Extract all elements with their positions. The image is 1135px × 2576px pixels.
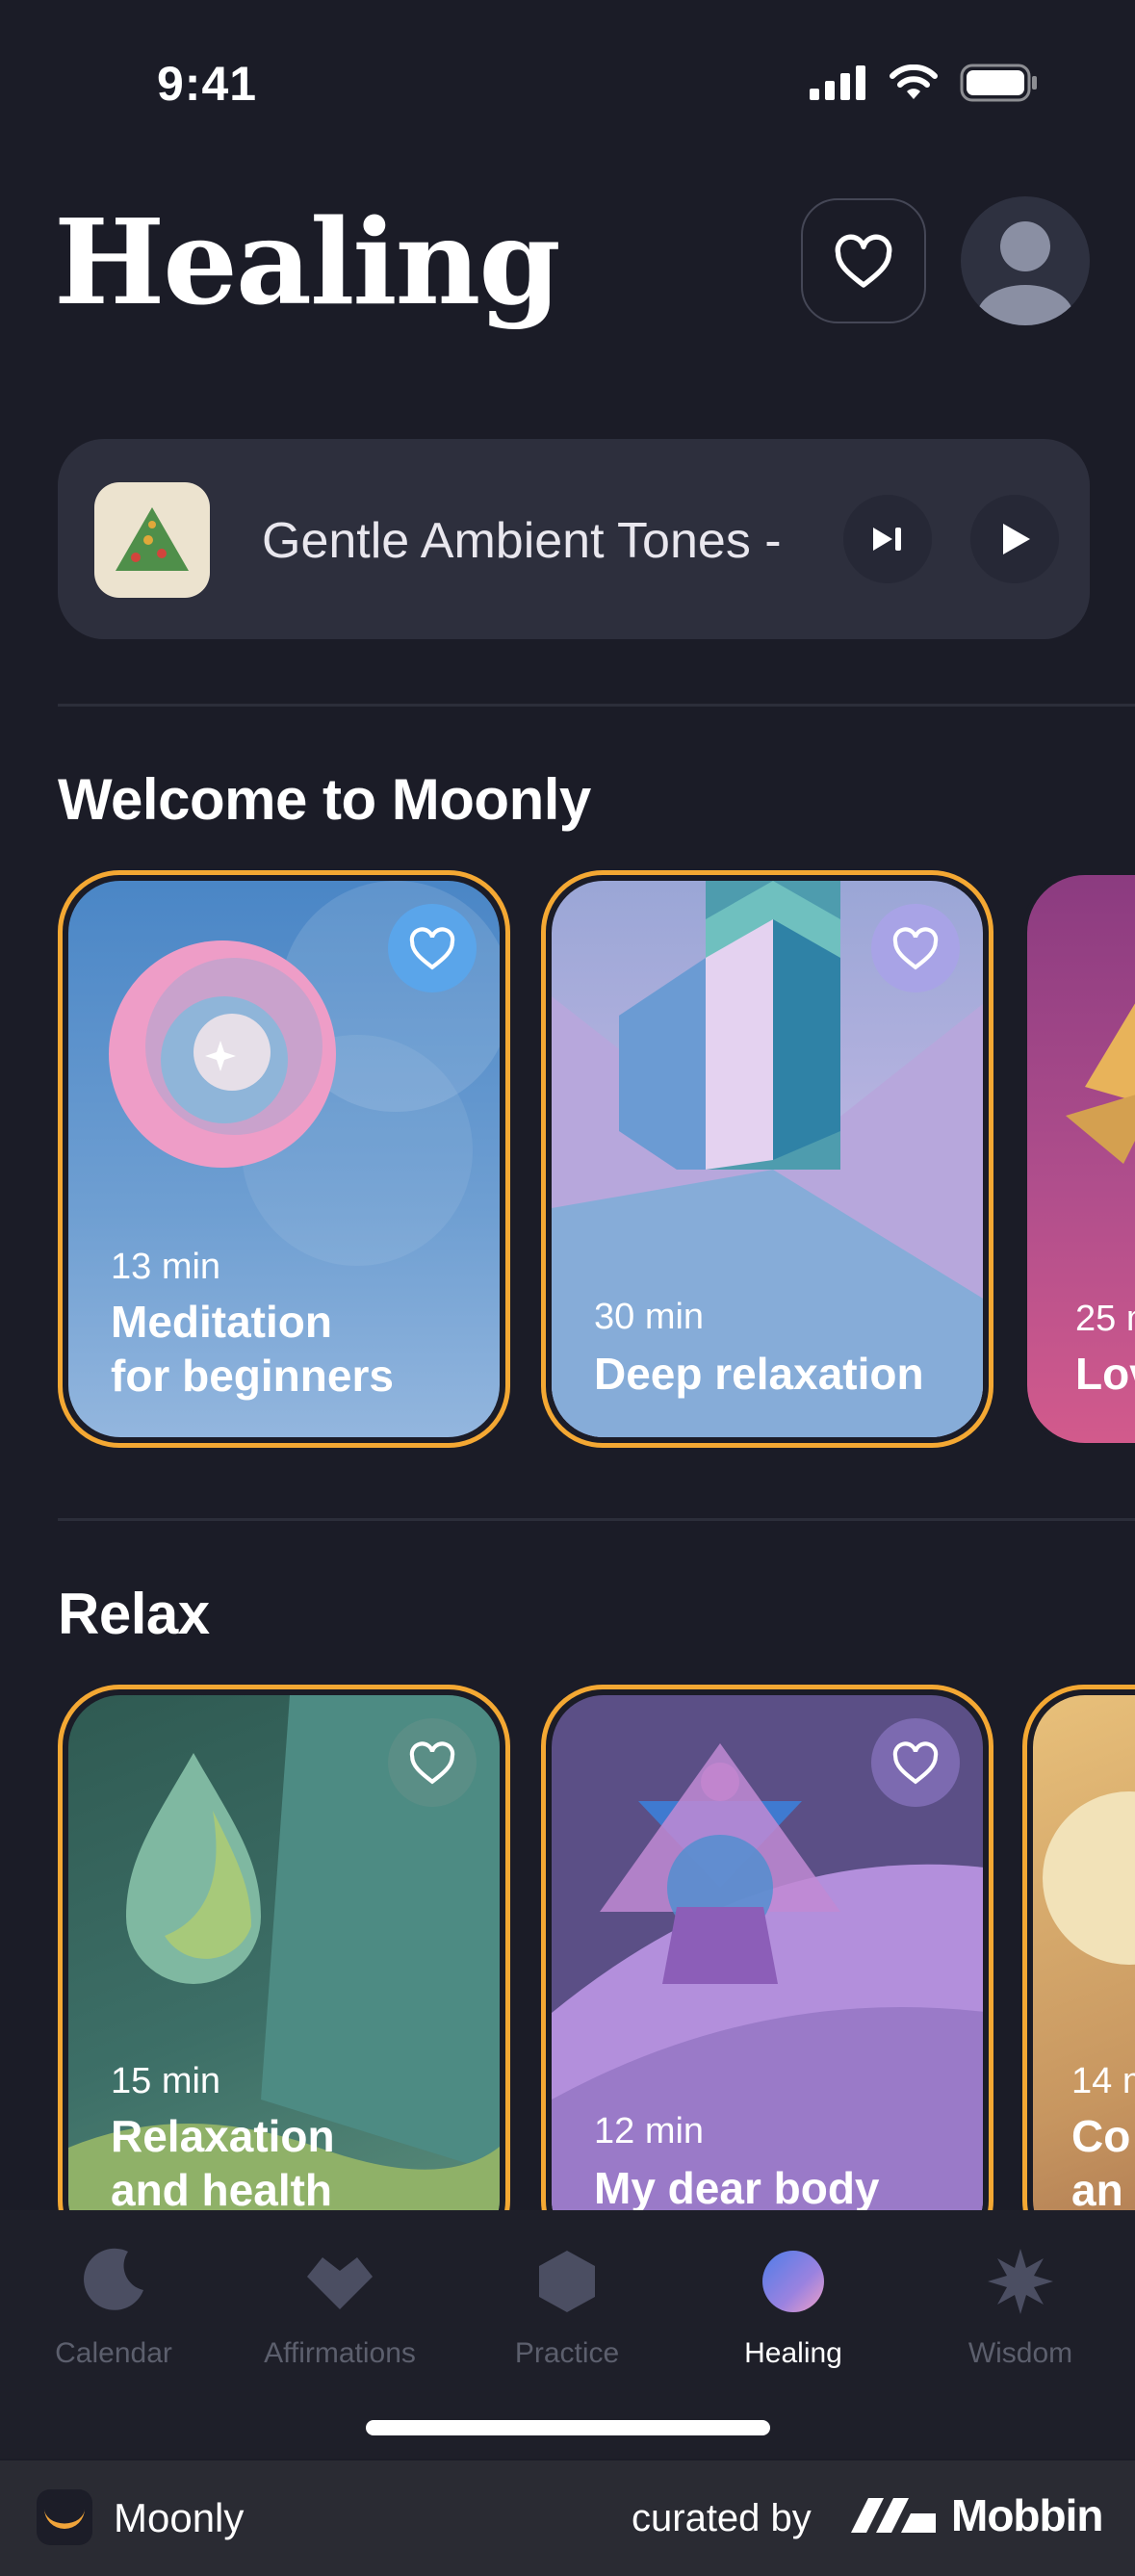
divider bbox=[58, 704, 1135, 707]
card-duration: 15 min bbox=[111, 2061, 221, 2101]
session-card[interactable]: 12 min My dear body bbox=[541, 1685, 993, 2210]
favorite-toggle[interactable] bbox=[871, 1718, 960, 1807]
status-time: 9:41 bbox=[157, 57, 258, 111]
session-card[interactable]: 14 min Co an bbox=[1022, 1685, 1135, 2210]
profile-avatar[interactable] bbox=[961, 196, 1090, 325]
mobbin-logo-icon bbox=[851, 2498, 936, 2533]
tab-wisdom[interactable]: Wisdom bbox=[919, 2243, 1122, 2370]
tree-icon bbox=[116, 507, 189, 571]
play-icon bbox=[1003, 524, 1030, 554]
moon-icon bbox=[84, 2248, 143, 2310]
track-title: Gentle Ambient Tones - bbox=[262, 513, 782, 569]
heart-outline-icon bbox=[892, 1741, 939, 1785]
favorite-toggle[interactable] bbox=[388, 904, 477, 992]
hexagon-icon bbox=[539, 2251, 595, 2312]
section-title-relax: Relax bbox=[58, 1582, 210, 1646]
moonly-logo-icon bbox=[37, 2489, 92, 2545]
divider bbox=[58, 1518, 1135, 1521]
tab-label: Affirmations bbox=[264, 2337, 416, 2369]
card-title: Relaxation and health bbox=[111, 2111, 335, 2210]
mini-player[interactable]: Gentle Ambient Tones - bbox=[58, 439, 1090, 639]
card-title: Deep relaxation bbox=[594, 1349, 924, 1399]
session-card[interactable]: 15 min Relaxation and health bbox=[58, 1685, 510, 2210]
favorites-button[interactable] bbox=[801, 198, 926, 323]
card-duration: 30 min bbox=[594, 1297, 705, 1337]
tab-label: Practice bbox=[514, 2337, 620, 2369]
tab-calendar[interactable]: Calendar bbox=[13, 2243, 215, 2370]
cellular-signal-icon bbox=[810, 65, 865, 100]
footer-bar: Moonly curated by Mobbin bbox=[0, 2460, 1135, 2576]
home-indicator bbox=[366, 2420, 770, 2435]
footer-brand-name: Mobbin bbox=[951, 2490, 1103, 2540]
session-card[interactable]: 25 min Lov bbox=[1022, 870, 1135, 1448]
page-title: Healing bbox=[54, 193, 561, 331]
card-duration: 13 min bbox=[111, 1247, 221, 1287]
heart-outline-icon bbox=[409, 1741, 455, 1785]
heart-icon bbox=[307, 2257, 373, 2309]
favorite-toggle[interactable] bbox=[388, 1718, 477, 1807]
tab-healing[interactable]: Healing bbox=[692, 2243, 894, 2370]
track-artwork bbox=[94, 482, 210, 598]
battery-icon bbox=[960, 64, 1037, 102]
heart-outline-icon bbox=[892, 927, 939, 970]
tab-label: Healing bbox=[744, 2337, 842, 2369]
card-title: Co an bbox=[1071, 2111, 1131, 2210]
welcome-card-row[interactable]: 13 min Meditation for beginners 30 min D… bbox=[0, 870, 1135, 1448]
session-card[interactable]: 13 min Meditation for beginners bbox=[58, 870, 510, 1448]
user-icon bbox=[977, 221, 1073, 325]
section-title-welcome: Welcome to Moonly bbox=[58, 767, 591, 832]
status-bar: 9:41 bbox=[0, 0, 1135, 164]
card-title: Meditation for beginners bbox=[111, 1297, 394, 1401]
tab-practice[interactable]: Practice bbox=[466, 2243, 668, 2370]
next-track-button[interactable] bbox=[843, 495, 932, 583]
tab-label: Wisdom bbox=[967, 2337, 1073, 2369]
wifi-icon bbox=[890, 64, 938, 99]
card-duration: 25 min bbox=[1075, 1299, 1135, 1339]
status-icons bbox=[810, 64, 1039, 102]
favorite-toggle[interactable] bbox=[871, 904, 960, 992]
play-button[interactable] bbox=[970, 495, 1059, 583]
card-duration: 12 min bbox=[594, 2111, 705, 2151]
star-icon bbox=[988, 2249, 1053, 2314]
heart-outline-icon bbox=[409, 927, 455, 970]
card-title: My dear body bbox=[594, 2163, 880, 2210]
footer-curated-label: curated by bbox=[632, 2497, 812, 2539]
card-duration: 14 min bbox=[1071, 2061, 1135, 2101]
header: Healing bbox=[0, 183, 1135, 337]
tab-label: Calendar bbox=[55, 2337, 172, 2369]
footer-app-name: Moonly bbox=[114, 2495, 245, 2540]
footer-brand: Mobbin bbox=[851, 2489, 1103, 2541]
relax-card-row[interactable]: 15 min Relaxation and health 12 min My d… bbox=[0, 1685, 1135, 2210]
orb-icon bbox=[762, 2251, 824, 2312]
card-title: Lov bbox=[1075, 1349, 1135, 1399]
heart-outline-icon bbox=[835, 234, 892, 288]
session-card[interactable]: 30 min Deep relaxation bbox=[541, 870, 993, 1448]
tab-affirmations[interactable]: Affirmations bbox=[239, 2243, 441, 2370]
skip-forward-icon bbox=[873, 528, 901, 551]
